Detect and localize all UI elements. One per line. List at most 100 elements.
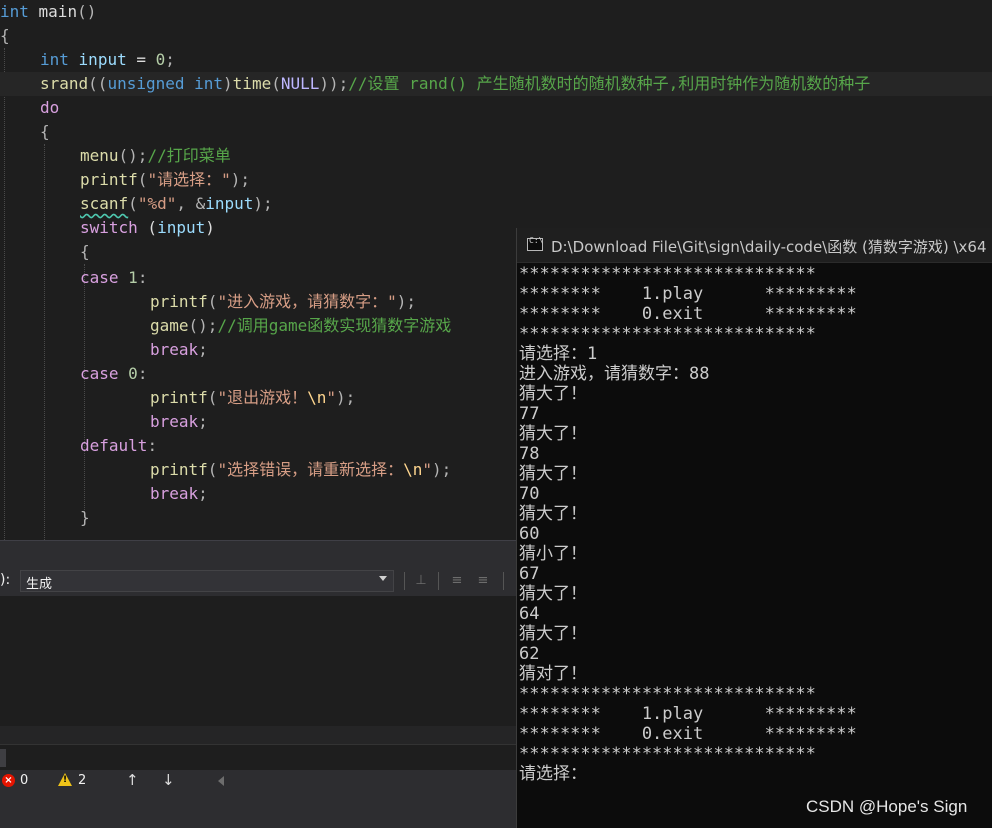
code-line[interactable]: switch (input) <box>0 216 215 240</box>
code-token: { <box>40 122 50 141</box>
code-line[interactable]: game();//调用game函数实现猜数字游戏 <box>0 314 451 338</box>
code-line[interactable]: break; <box>0 482 208 506</box>
code-token: ); <box>431 460 452 479</box>
code-line[interactable]: case 0: <box>0 362 147 386</box>
code-token: , & <box>176 194 206 213</box>
output-source-value: 生成 <box>26 577 53 592</box>
clear-all-icon[interactable]: ≡ <box>447 573 467 589</box>
toolbar-separator <box>503 572 504 590</box>
scroll-left-icon[interactable] <box>218 776 224 786</box>
code-line[interactable]: default: <box>0 434 157 458</box>
code-token: "选择错误，请重新选择： <box>217 460 404 479</box>
code-token: " <box>422 460 432 479</box>
code-token: NULL <box>280 74 320 93</box>
console-line: 70 <box>519 484 540 504</box>
code-token: game <box>150 316 189 335</box>
code-line[interactable]: srand((unsigned int)time(NULL));//设置 ran… <box>0 72 992 96</box>
code-line[interactable]: menu();//打印菜单 <box>0 144 231 168</box>
code-token: { <box>80 242 90 261</box>
output-source-dropdown[interactable]: 生成 <box>20 570 394 592</box>
error-icon[interactable]: × <box>2 774 15 787</box>
chevron-down-icon <box>379 576 387 581</box>
console-line: 猜大了！ <box>519 624 587 644</box>
warning-count[interactable]: 2 <box>78 773 86 788</box>
code-token: ); <box>230 170 250 189</box>
code-token: printf <box>150 460 208 479</box>
console-window-title: D:\Download File\Git\sign\daily-code\函数 … <box>551 238 987 256</box>
code-line[interactable]: printf("请选择："); <box>0 168 250 192</box>
code-token: ) <box>223 74 233 93</box>
code-token: ); <box>253 194 273 213</box>
code-token: (); <box>188 316 218 335</box>
code-token: break <box>150 340 199 359</box>
code-line[interactable]: printf("退出游戏！\n"); <box>0 386 355 410</box>
console-line: 请选择： <box>519 764 587 784</box>
code-token: unsigned int <box>107 74 224 93</box>
console-line: ***************************** <box>519 744 816 764</box>
console-line: ******** 1.play ********* <box>519 284 857 304</box>
code-line[interactable]: printf("进入游戏，请猜数字："); <box>0 290 416 314</box>
code-token: ( <box>207 388 218 407</box>
console-window[interactable]: C:\ D:\Download File\Git\sign\daily-code… <box>516 228 992 828</box>
code-token: break <box>150 484 199 503</box>
code-line[interactable]: int input = 0; <box>0 48 175 72</box>
console-line: 62 <box>519 644 540 664</box>
code-token: //设置 rand() 产生随机数时的随机数种子,利用时钟作为随机数的种子 <box>348 74 871 93</box>
console-line: ***************************** <box>519 684 816 704</box>
code-line[interactable]: case 1: <box>0 266 147 290</box>
console-line: 猜大了！ <box>519 464 587 484</box>
code-token: ( <box>128 194 138 213</box>
output-horizontal-scrollbar[interactable] <box>0 726 520 744</box>
code-token: : <box>147 436 158 455</box>
output-pane[interactable] <box>0 596 520 726</box>
code-line[interactable]: scanf("%d", &input); <box>0 192 273 216</box>
code-token: menu <box>80 146 119 165</box>
find-message-icon[interactable]: ⊥ <box>411 573 431 589</box>
code-token: default <box>80 436 148 455</box>
output-source-label: ): <box>0 572 11 588</box>
toggle-word-wrap-icon[interactable]: ≡ <box>473 573 493 589</box>
code-token: ; <box>198 484 208 503</box>
code-token: scanf <box>80 194 129 213</box>
code-line[interactable]: { <box>0 24 10 48</box>
code-line[interactable]: break; <box>0 338 208 362</box>
code-line[interactable]: { <box>0 120 50 144</box>
code-token: int <box>40 50 69 69</box>
error-list-header <box>0 744 520 771</box>
code-token: ; <box>165 50 175 69</box>
console-line: 77 <box>519 404 540 424</box>
warning-icon[interactable]: ! <box>58 773 72 786</box>
console-line: 64 <box>519 604 540 624</box>
code-line[interactable]: { <box>0 240 90 264</box>
bottom-panel-area <box>0 792 520 828</box>
code-token: break <box>150 412 199 431</box>
code-token: input <box>78 50 127 69</box>
scrollbar-thumb[interactable] <box>0 749 6 767</box>
code-token: int <box>0 2 29 21</box>
code-line[interactable]: int main() <box>0 0 96 24</box>
console-line: ******** 1.play ********* <box>519 704 857 724</box>
code-token: 0 <box>155 50 166 69</box>
arrow-up-icon[interactable]: ↑ <box>126 771 139 789</box>
console-line: 请选择：1 <box>519 344 598 364</box>
code-line[interactable]: printf("选择错误，请重新选择：\n"); <box>0 458 451 482</box>
console-titlebar[interactable]: C:\ D:\Download File\Git\sign\daily-code… <box>517 228 992 263</box>
code-token: printf <box>150 292 208 311</box>
code-token: ; <box>198 412 208 431</box>
toolbar-separator <box>438 572 439 590</box>
code-token: 1 <box>128 268 138 287</box>
code-token: () <box>77 2 97 21</box>
code-line[interactable]: do <box>0 96 59 120</box>
code-token: " <box>326 388 336 407</box>
console-output: ***************************** ******** 1.… <box>519 264 992 784</box>
console-line: 60 <box>519 524 540 544</box>
code-line[interactable]: } <box>0 506 90 530</box>
error-count[interactable]: 0 <box>20 773 28 788</box>
arrow-down-icon[interactable]: ↓ <box>162 771 175 789</box>
code-token: : <box>137 268 148 287</box>
code-token: main <box>28 2 78 21</box>
console-line: ******** 0.exit ********* <box>519 304 857 324</box>
code-token: (( <box>88 74 108 93</box>
code-line[interactable]: break; <box>0 410 208 434</box>
